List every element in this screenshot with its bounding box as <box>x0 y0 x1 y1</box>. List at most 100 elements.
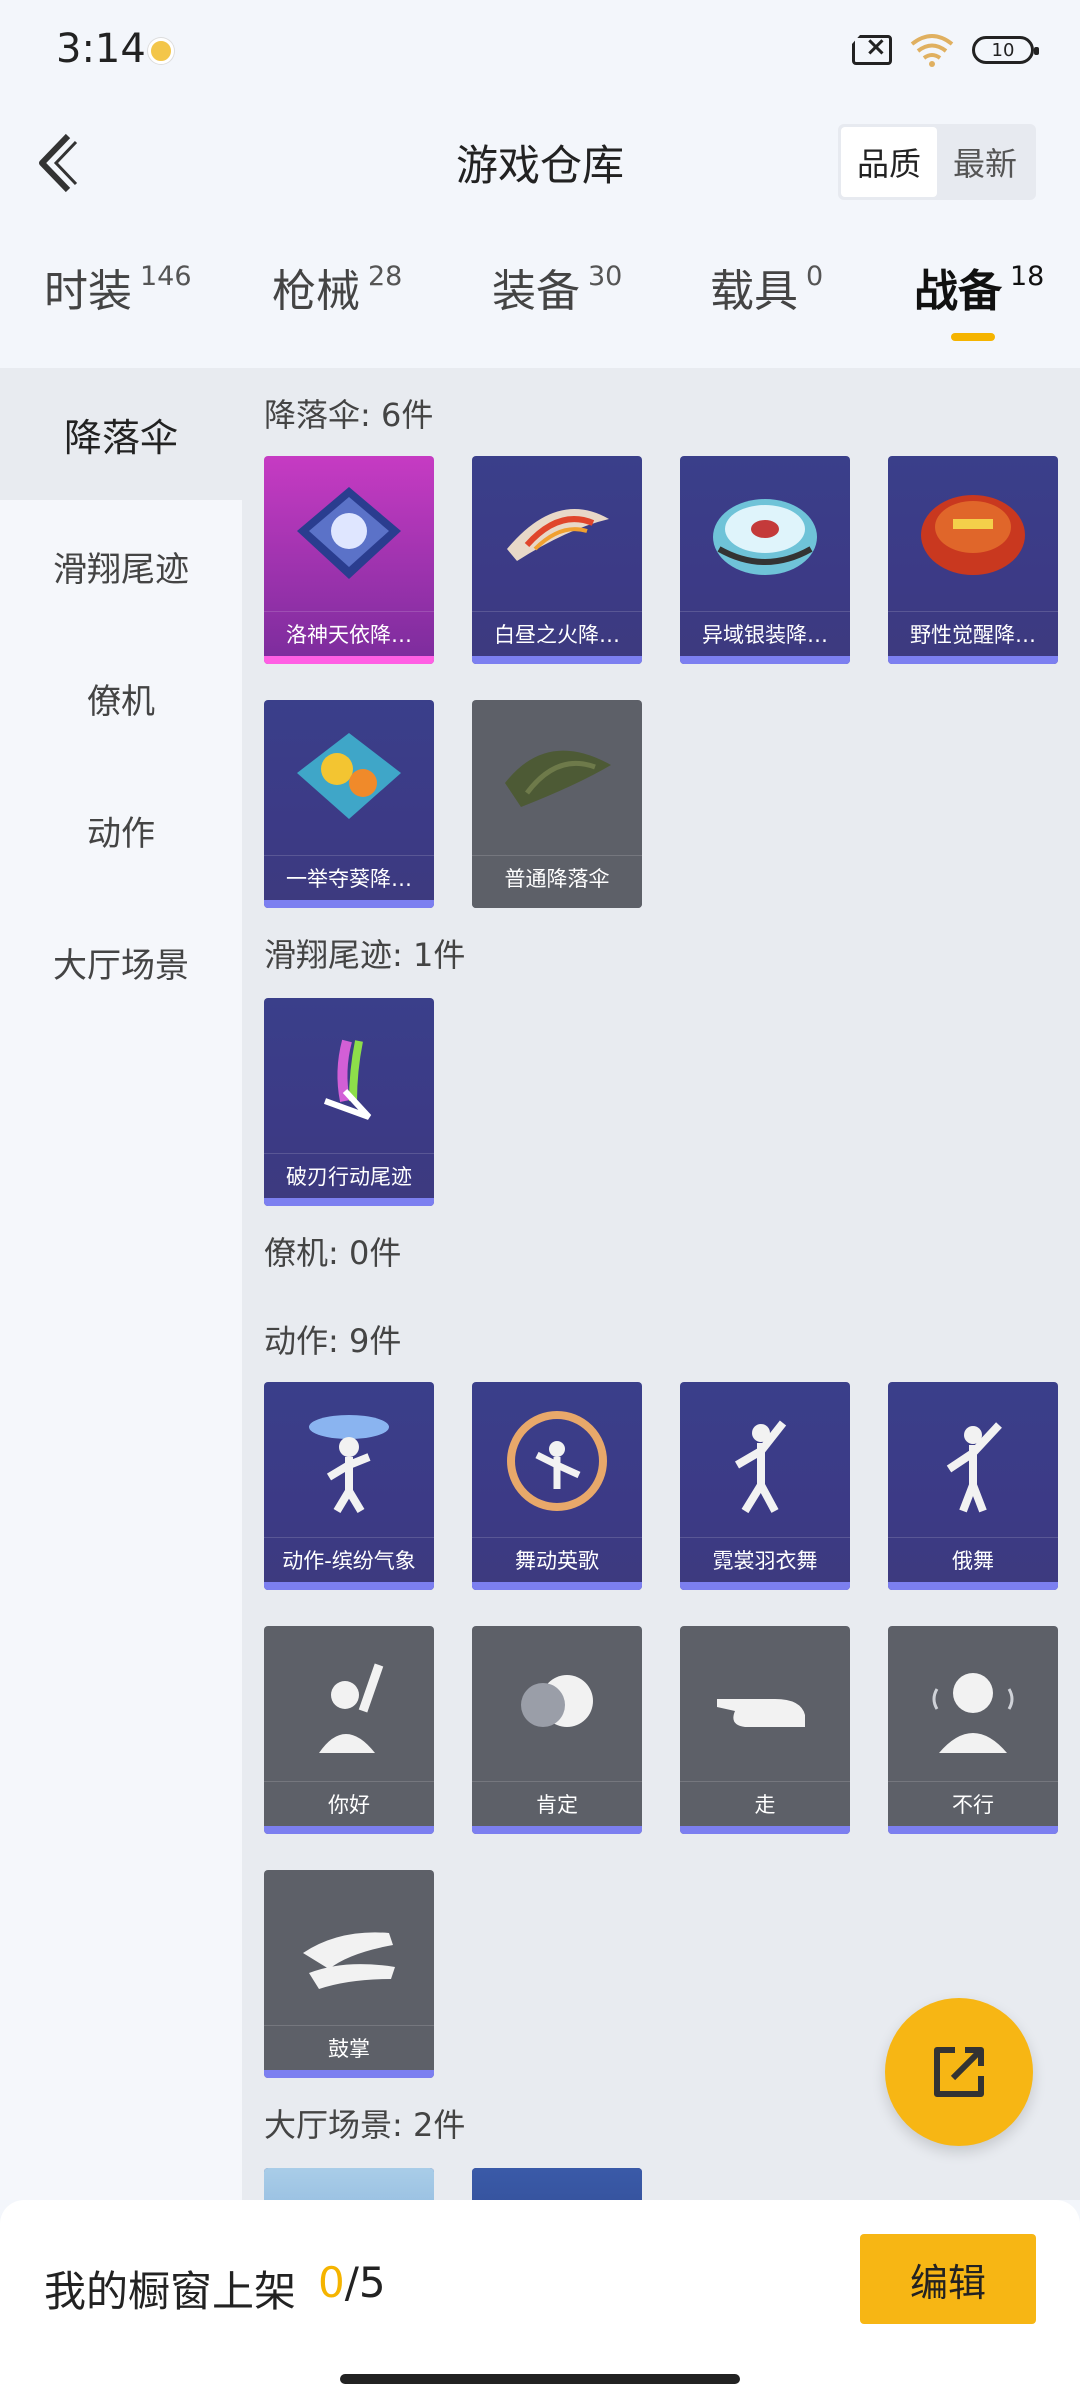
rarity-bar <box>264 1826 434 1834</box>
tab-label: 枪械 <box>272 266 360 317</box>
external-link-icon <box>934 2047 984 2097</box>
status-time: 3:14 <box>56 26 146 72</box>
item-name: 破刃行动尾迹 <box>264 1153 434 1198</box>
sidebar: 降落伞 滑翔尾迹 僚机 动作 大厅场景 <box>0 368 242 2200</box>
item-card[interactable]: 舞动英歌 <box>472 1382 642 1590</box>
item-name: 不行 <box>888 1781 1058 1826</box>
item-card[interactable]: 俄舞 <box>888 1382 1058 1590</box>
rarity-bar <box>472 1826 642 1834</box>
tab-label: 时装 <box>44 266 132 317</box>
item-card[interactable]: 动作-缤纷气象 <box>264 1382 434 1590</box>
sidebar-item-emote[interactable]: 动作 <box>0 764 242 896</box>
rarity-bar <box>680 1826 850 1834</box>
tab-guns[interactable]: 枪械 28 <box>272 255 402 319</box>
section-title-wingman: 僚机: 0件 <box>264 1234 402 1272</box>
sort-quality-option[interactable]: 品质 <box>840 127 937 197</box>
sidebar-item-parachute[interactable]: 降落伞 <box>0 368 242 500</box>
parachute-thumbnail <box>472 700 642 855</box>
item-card[interactable]: 走 <box>680 1626 850 1834</box>
home-indicator[interactable] <box>340 2374 740 2384</box>
emote-thumbnail <box>472 1626 642 1781</box>
rarity-bar <box>888 1582 1058 1590</box>
sort-newest-option[interactable]: 最新 <box>937 127 1033 197</box>
item-card[interactable]: 野性觉醒降… <box>888 456 1058 664</box>
rarity-bar <box>888 656 1058 664</box>
status-bar: 3:14 10 <box>0 0 1080 100</box>
emote-thumbnail <box>888 1626 1058 1781</box>
battery-icon: 10 <box>972 36 1039 64</box>
item-card[interactable]: 鼓掌 <box>264 1870 434 2078</box>
tab-count: 30 <box>588 261 623 292</box>
item-card[interactable] <box>264 2168 434 2200</box>
sidebar-item-lobby-scene[interactable]: 大厅场景 <box>0 896 242 1028</box>
rarity-bar <box>264 656 434 664</box>
showcase-total: /5 <box>344 2258 386 2307</box>
tab-vehicles[interactable]: 载具 0 <box>710 255 823 319</box>
rarity-bar <box>264 2070 434 2078</box>
item-name: 一举夺葵降… <box>264 855 434 900</box>
section-title-emote: 动作: 9件 <box>264 1322 402 1360</box>
item-card[interactable]: 破刃行动尾迹 <box>264 998 434 1206</box>
parachute-thumbnail <box>888 456 1058 611</box>
section-title-lobby-scene: 大厅场景: 2件 <box>264 2106 466 2144</box>
item-card[interactable]: 普通降落伞 <box>472 700 642 908</box>
showcase-bar: 我的橱窗上架 0/5 编辑 <box>0 2200 1080 2400</box>
sidebar-item-wingman[interactable]: 僚机 <box>0 632 242 764</box>
tab-count: 146 <box>140 261 192 292</box>
active-tab-indicator <box>951 333 995 341</box>
sidebar-item-glide-trail[interactable]: 滑翔尾迹 <box>0 500 242 632</box>
section-title-parachute: 降落伞: 6件 <box>264 396 434 434</box>
tab-label: 装备 <box>492 266 580 317</box>
item-name: 你好 <box>264 1781 434 1826</box>
emote-thumbnail <box>680 1382 850 1537</box>
showcase-count: 0/5 <box>318 2258 386 2307</box>
tab-count: 18 <box>1010 261 1045 292</box>
emote-thumbnail <box>264 1870 434 2025</box>
rarity-bar <box>888 1826 1058 1834</box>
item-name: 洛神天依降… <box>264 611 434 656</box>
no-sim-icon <box>852 35 892 65</box>
rarity-bar <box>680 1582 850 1590</box>
tab-count: 0 <box>806 261 824 292</box>
rarity-bar <box>472 900 642 908</box>
header: 游戏仓库 品质 最新 <box>0 110 1080 210</box>
item-card[interactable]: 你好 <box>264 1626 434 1834</box>
rarity-bar <box>264 1582 434 1590</box>
item-name: 霓裳羽衣舞 <box>680 1537 850 1582</box>
parachute-thumbnail <box>264 456 434 611</box>
item-card[interactable] <box>472 2168 642 2200</box>
item-name: 俄舞 <box>888 1537 1058 1582</box>
item-name: 舞动英歌 <box>472 1537 642 1582</box>
item-name: 鼓掌 <box>264 2025 434 2070</box>
item-card[interactable]: 一举夺葵降… <box>264 700 434 908</box>
emote-thumbnail <box>264 1626 434 1781</box>
item-card[interactable]: 不行 <box>888 1626 1058 1834</box>
showcase-current: 0 <box>318 2258 345 2307</box>
emote-thumbnail <box>264 1382 434 1537</box>
edit-button[interactable]: 编辑 <box>860 2234 1036 2324</box>
item-name: 白昼之火降… <box>472 611 642 656</box>
sort-toggle: 品质 最新 <box>837 124 1036 200</box>
item-card[interactable]: 异域银装降… <box>680 456 850 664</box>
app-notification-icon <box>148 38 174 64</box>
item-name: 普通降落伞 <box>472 855 642 900</box>
item-card[interactable]: 肯定 <box>472 1626 642 1834</box>
rarity-bar <box>472 656 642 664</box>
item-card[interactable]: 霓裳羽衣舞 <box>680 1382 850 1590</box>
item-card[interactable]: 白昼之火降… <box>472 456 642 664</box>
showcase-label: 我的橱窗上架 <box>44 2267 297 2316</box>
tab-battle-gear[interactable]: 战备 18 <box>914 255 1044 319</box>
lobby-thumbnail <box>264 2168 434 2200</box>
share-button[interactable] <box>885 1998 1033 2146</box>
tab-fashion[interactable]: 时装 146 <box>44 255 192 319</box>
tab-equipment[interactable]: 装备 30 <box>492 255 622 319</box>
item-name: 走 <box>680 1781 850 1826</box>
item-name: 肯定 <box>472 1781 642 1826</box>
rarity-bar <box>264 1198 434 1206</box>
category-tabs: 时装 146 枪械 28 装备 30 载具 0 战备 18 <box>0 255 1080 355</box>
rarity-bar <box>680 656 850 664</box>
tab-label: 战备 <box>914 266 1002 317</box>
item-name: 野性觉醒降… <box>888 611 1058 656</box>
item-card[interactable]: 洛神天依降… <box>264 456 434 664</box>
section-title-glide-trail: 滑翔尾迹: 1件 <box>264 936 466 974</box>
